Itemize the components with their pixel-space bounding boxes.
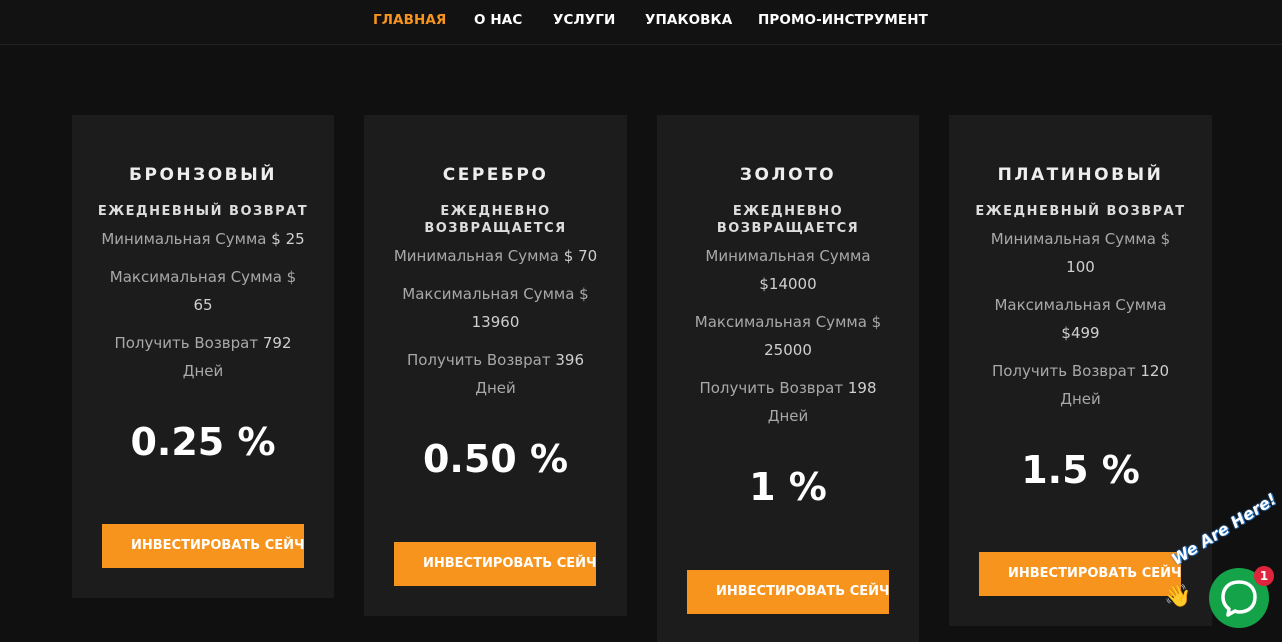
plan-card-silver: СЕРЕБРО ЕЖЕДНЕВНО ВОЗВРАЩАЕТСЯ Минимальн… <box>364 115 627 616</box>
plan-max-amount: Максимальная Сумма $ 25000 <box>687 308 889 364</box>
min-amount-label: Минимальная Сумма <box>705 247 871 265</box>
return-label: Получить Возврат <box>991 362 1136 380</box>
max-amount-label: Максимальная Сумма <box>994 296 1167 314</box>
plan-rate: 1.5 % <box>1021 448 1140 492</box>
min-amount-label: Минимальная Сумма <box>101 230 267 248</box>
plan-max-amount: Максимальная Сумма $ 13960 <box>394 280 597 336</box>
min-amount-label: Минимальная Сумма <box>393 247 559 265</box>
min-amount-label: Минимальная Сумма $ <box>990 230 1171 248</box>
invest-now-button[interactable]: ИНВЕСТИРОВАТЬ СЕЙЧАС <box>102 524 304 568</box>
plan-rate: 1 % <box>749 465 827 509</box>
plan-subtitle: ЕЖЕДНЕВНЫЙ ВОЗВРАТ <box>97 204 309 219</box>
max-amount-value: $499 <box>1061 324 1100 342</box>
nav-item-services[interactable]: УСЛУГИ <box>553 12 615 28</box>
return-value: 396 <box>555 351 585 369</box>
plan-title: БРОНЗОВЫЙ <box>129 165 277 185</box>
nav-item-home[interactable]: ГЛАВНАЯ <box>373 12 446 28</box>
return-value: 792 <box>262 334 292 352</box>
return-unit: Дней <box>182 362 224 380</box>
plan-max-amount: Максимальная Сумма $499 <box>985 291 1176 347</box>
return-value: 198 <box>847 379 877 397</box>
plan-title: СЕРЕБРО <box>442 165 549 185</box>
plan-min-amount: Минимальная Сумма $ 70 <box>386 242 605 270</box>
min-amount-value: 100 <box>1066 258 1095 276</box>
invest-now-button[interactable]: ИНВЕСТИРОВАТЬ СЕЙЧАС <box>687 570 889 614</box>
plan-return-term: Получить Возврат 396 Дней <box>394 346 597 402</box>
return-unit: Дней <box>1060 390 1101 408</box>
waving-hand-icon: 👋 <box>1164 584 1192 609</box>
plan-card-bronze: БРОНЗОВЫЙ ЕЖЕДНЕВНЫЙ ВОЗВРАТ Минимальная… <box>72 115 334 598</box>
plan-min-amount: Минимальная Сумма $ 25 <box>94 225 312 253</box>
plan-return-term: Получить Возврат 120 Дней <box>979 357 1182 413</box>
nav-item-packages[interactable]: УПАКОВКА <box>645 12 732 28</box>
unread-count-badge: 1 <box>1254 566 1274 586</box>
return-value: 120 <box>1140 362 1170 380</box>
max-amount-value: 65 <box>193 296 213 314</box>
plan-rate: 0.25 % <box>130 420 276 464</box>
invest-now-button[interactable]: ИНВЕСТИРОВАТЬ СЕЙЧАС <box>979 552 1181 596</box>
max-amount-label: Максимальная Сумма $ <box>109 268 297 286</box>
plan-min-amount: Минимальная Сумма $14000 <box>697 242 879 298</box>
plan-card-gold: ЗОЛОТО ЕЖЕДНЕВНО ВОЗВРАЩАЕТСЯ Минимальна… <box>657 115 919 642</box>
plan-subtitle: ЕЖЕДНЕВНО ВОЗВРАЩАЕТСЯ <box>716 204 860 236</box>
plan-rate: 0.50 % <box>422 437 569 481</box>
max-amount-value: 25000 <box>764 341 812 359</box>
top-navigation: ГЛАВНАЯ О НАС УСЛУГИ УПАКОВКА ПРОМО-ИНСТ… <box>0 0 1282 45</box>
plan-subtitle: ЕЖЕДНЕВНО ВОЗВРАЩАЕТСЯ <box>424 204 567 236</box>
invest-now-button[interactable]: ИНВЕСТИРОВАТЬ СЕЙЧАС <box>394 542 596 586</box>
nav-item-promo-tool[interactable]: ПРОМО-ИНСТРУМЕНТ <box>758 12 928 28</box>
max-amount-label: Максимальная Сумма $ <box>694 313 882 331</box>
max-amount-label: Максимальная Сумма $ <box>402 285 589 303</box>
min-amount-value: $14000 <box>759 275 817 293</box>
plan-min-amount: Минимальная Сумма $ 100 <box>985 225 1176 281</box>
nav-item-about[interactable]: О НАС <box>474 12 522 28</box>
return-label: Получить Возврат <box>114 334 259 352</box>
plan-title: ПЛАТИНОВЫЙ <box>997 165 1164 185</box>
return-label: Получить Возврат <box>406 351 551 369</box>
live-chat-widget: We Are Here! 👋 1 <box>1158 489 1282 642</box>
plan-title: ЗОЛОТО <box>739 165 837 185</box>
plan-subtitle: ЕЖЕДНЕВНЫЙ ВОЗВРАТ <box>975 204 1186 219</box>
return-unit: Дней <box>767 407 809 425</box>
return-label: Получить Возврат <box>699 379 844 397</box>
plan-return-term: Получить Возврат 198 Дней <box>687 374 889 430</box>
min-amount-value: $ 25 <box>271 230 305 248</box>
min-amount-value: $ 70 <box>563 247 598 265</box>
return-unit: Дней <box>475 379 516 397</box>
plan-max-amount: Максимальная Сумма $ 65 <box>102 263 304 319</box>
plan-return-term: Получить Возврат 792 Дней <box>102 329 304 385</box>
max-amount-value: 13960 <box>471 313 520 331</box>
